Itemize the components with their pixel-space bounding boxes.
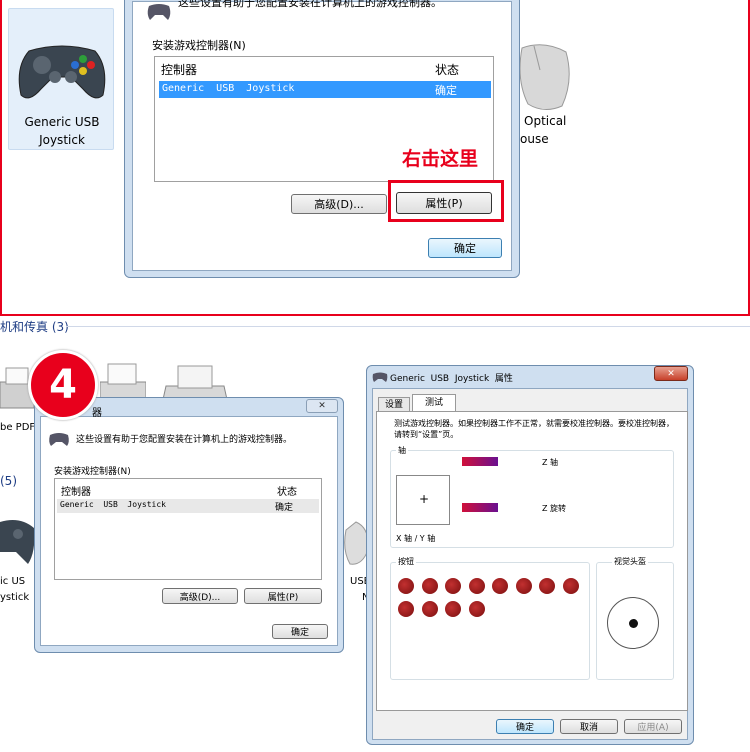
ok-button[interactable]: 确定 <box>496 719 554 734</box>
device-frag-c: ystick <box>0 592 30 603</box>
xy-axis-box: + <box>396 475 450 525</box>
col-header-status[interactable]: 状态 <box>277 483 297 498</box>
pov-indicator <box>607 597 659 649</box>
dialog-title-frag: 器 <box>92 408 102 419</box>
properties-button[interactable]: 属性(P) <box>396 192 492 214</box>
button-indicators <box>398 578 584 622</box>
button-indicator <box>398 601 414 617</box>
device2-label-line2[interactable]: ouse <box>520 132 549 146</box>
ok-button[interactable]: 确定 <box>428 238 502 258</box>
buttons-label: 按钮 <box>396 556 416 567</box>
controller-row-name: Generic USB Joystick <box>162 83 295 94</box>
test-description: 测试游戏控制器。如果控制器工作不正常，就需要校准控制器。要校准控制器，请转到“设… <box>394 419 674 439</box>
section-header: 机和传真 (3) <box>0 320 69 334</box>
annotation-right-click-here: 右击这里 <box>402 148 479 170</box>
button-indicator <box>515 578 532 594</box>
apply-button[interactable]: 应用(A) <box>624 719 682 734</box>
xy-axis-label: X 轴 / Y 轴 <box>396 534 436 543</box>
controller-icon <box>49 433 69 446</box>
controller-row-selected[interactable]: Generic USB Joystick 确定 <box>159 81 491 98</box>
z-rotation-bar <box>462 503 498 512</box>
button-indicator <box>398 578 414 594</box>
button-indicator <box>445 601 461 617</box>
pov-dot <box>629 619 638 628</box>
button-indicator <box>421 601 438 617</box>
device2-label-line1[interactable]: Optical <box>524 114 566 128</box>
button-indicator <box>421 578 438 594</box>
section-count: (5) <box>0 474 17 488</box>
button-indicator <box>492 578 508 594</box>
controller-row-name: Generic USB Joystick <box>60 500 166 509</box>
button-indicator <box>468 601 485 617</box>
ok-button[interactable]: 确定 <box>272 624 328 639</box>
button-indicator <box>445 578 461 594</box>
device-frag-b: ic US <box>0 576 26 587</box>
controller-row[interactable]: Generic USB Joystick 确定 <box>57 499 319 513</box>
button-indicator <box>539 578 555 594</box>
gamepad-icon <box>0 520 35 564</box>
controllers-listbox[interactable]: 控制器 状态 Generic USB Joystick 确定 <box>54 478 322 580</box>
close-icon: ✕ <box>667 368 675 379</box>
window-title: Generic USB Joystick 属性 <box>390 374 513 384</box>
crosshair-icon: + <box>419 492 430 506</box>
col-header-status[interactable]: 状态 <box>435 61 459 78</box>
z-axis-bar <box>462 457 498 466</box>
installed-controllers-label: 安装游戏控制器(N) <box>152 39 246 52</box>
tab-test[interactable]: 测试 <box>412 394 456 412</box>
z-axis-label: Z 轴 <box>542 458 559 467</box>
tab-settings[interactable]: 设置 <box>378 397 410 412</box>
z-rotation-label: Z 旋转 <box>542 504 567 513</box>
window-close-button[interactable]: ✕ <box>654 366 688 381</box>
step-badge: 4 <box>28 350 98 420</box>
cancel-button[interactable]: 取消 <box>560 719 618 734</box>
col-header-controller[interactable]: 控制器 <box>161 61 197 78</box>
device-generic-usb-joystick[interactable]: Generic USB Joystick <box>8 8 114 150</box>
top-panel: Generic USB Joystick Optical ouse 这些设置有助… <box>0 0 750 316</box>
controller-row-status: 确定 <box>435 84 457 97</box>
close-button[interactable]: ✕ <box>306 399 338 413</box>
installed-controllers-label: 安装游戏控制器(N) <box>54 467 131 477</box>
advanced-button[interactable]: 高级(D)... <box>162 588 238 604</box>
col-header-controller[interactable]: 控制器 <box>61 483 91 498</box>
controller-icon <box>147 4 171 20</box>
pov-label: 视觉头盔 <box>612 556 648 567</box>
device-label-line1: Generic USB <box>24 115 100 129</box>
button-indicator <box>562 578 579 594</box>
device-frag-pdf: be PDF <box>0 422 36 433</box>
controller-row-status: 确定 <box>275 503 294 513</box>
button-indicator <box>468 578 485 594</box>
dialog-intro-text: 这些设置有助于您配置安装在计算机上的游戏控制器。 <box>178 0 442 9</box>
properties-button[interactable]: 属性(P) <box>244 588 322 604</box>
gamepad-icon <box>18 45 106 99</box>
mouse-icon <box>519 44 570 110</box>
dialog-intro-text: 这些设置有助于您配置安装在计算机上的游戏控制器。 <box>76 435 293 445</box>
axes-label: 轴 <box>396 445 408 456</box>
device-label-line2: Joystick <box>39 133 85 147</box>
step-number: 4 <box>49 362 77 408</box>
close-icon: ✕ <box>318 401 326 411</box>
section-header-rule <box>66 326 750 327</box>
advanced-button[interactable]: 高级(D)... <box>291 194 387 214</box>
controller-icon <box>372 372 388 382</box>
